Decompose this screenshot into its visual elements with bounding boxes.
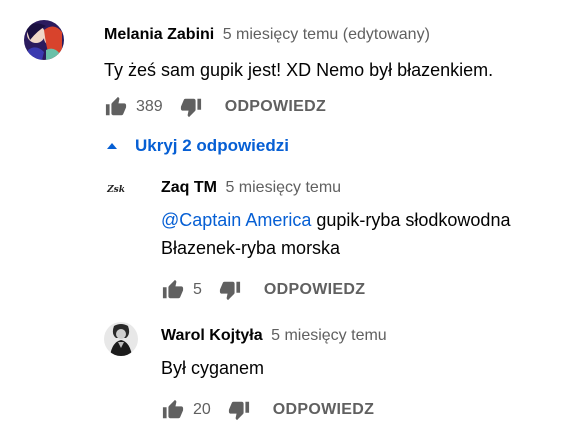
reply-text: @Captain America gupik-ryba słodkowodna … — [161, 206, 510, 262]
comment-header: Melania Zabini 5 miesięcy temu (edytowan… — [104, 25, 430, 45]
reply-actions: 5 ODPOWIEDZ — [161, 278, 365, 302]
reply-button[interactable]: ODPOWIEDZ — [264, 281, 365, 299]
reply-header: Zaq TM 5 miesięcy temu — [161, 178, 341, 198]
mention-link[interactable]: @Captain America — [161, 210, 311, 230]
timestamp[interactable]: 5 miesięcy temu (edytowany) — [223, 26, 430, 43]
like-count: 5 — [193, 281, 202, 298]
thumb-down-icon[interactable] — [227, 398, 251, 422]
reply-button[interactable]: ODPOWIEDZ — [225, 98, 326, 116]
avatar[interactable] — [104, 322, 138, 356]
reply-header: Warol Kojtyła 5 miesięcy temu — [161, 326, 387, 346]
author-name[interactable]: Zaq TM — [161, 179, 217, 196]
hide-replies-label: Ukryj 2 odpowiedzi — [135, 136, 289, 155]
avatar-text: Zsk — [106, 185, 125, 195]
reply-text: Był cyganem — [161, 358, 265, 378]
author-name[interactable]: Melania Zabini — [104, 26, 214, 43]
like-count: 389 — [136, 98, 163, 115]
comment-text: Ty żeś sam gupik jest! XD Nemo był błaze… — [104, 60, 494, 80]
author-name[interactable]: Warol Kojtyła — [161, 327, 263, 344]
timestamp[interactable]: 5 miesięcy temu — [225, 179, 341, 196]
comment-actions: 389 ODPOWIEDZ — [104, 95, 326, 119]
caret-up-icon — [104, 138, 120, 154]
hide-replies-toggle[interactable]: Ukryj 2 odpowiedzi — [104, 132, 289, 160]
thumb-down-icon[interactable] — [179, 95, 203, 119]
timestamp[interactable]: 5 miesięcy temu — [271, 327, 387, 344]
avatar[interactable] — [24, 20, 64, 60]
like-count: 20 — [193, 401, 211, 418]
thumb-up-icon[interactable] — [104, 95, 128, 119]
thumb-up-icon[interactable] — [161, 278, 185, 302]
avatar[interactable]: Zsk — [104, 176, 128, 200]
thumb-up-icon[interactable] — [161, 398, 185, 422]
reply-actions: 20 ODPOWIEDZ — [161, 398, 374, 422]
reply-button[interactable]: ODPOWIEDZ — [273, 401, 374, 419]
reply-text-line2: Błazenek-ryba morska — [161, 238, 341, 258]
reply-text-line1: gupik-ryba słodkowodna — [311, 210, 511, 230]
thumb-down-icon[interactable] — [218, 278, 242, 302]
